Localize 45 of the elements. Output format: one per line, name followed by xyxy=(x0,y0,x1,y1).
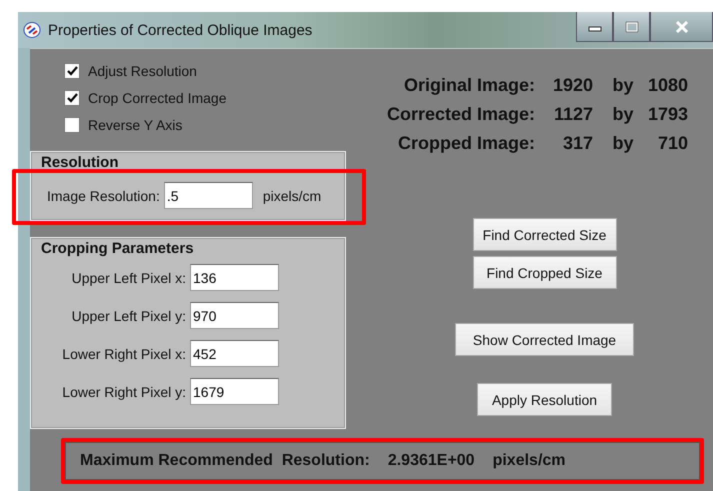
minimize-button[interactable] xyxy=(576,12,613,42)
width-value: 1920 xyxy=(552,75,593,96)
input-field[interactable]: 970 xyxy=(190,302,279,329)
field-label: Upper Left Pixel x: xyxy=(72,270,186,286)
action-button[interactable]: Apply Resolution xyxy=(477,383,612,416)
recommendation-value: 2.9361E+00 xyxy=(388,452,475,470)
checkbox-label: Crop Corrected Image xyxy=(88,90,227,106)
recommendation-unit: pixels/cm xyxy=(492,452,566,470)
close-icon xyxy=(674,20,688,32)
action-button[interactable]: Show Corrected Image xyxy=(455,323,634,356)
app-icon xyxy=(23,21,41,39)
field-label: Lower Right Pixel y: xyxy=(62,384,186,400)
input-field[interactable]: .5 xyxy=(164,182,253,209)
height-value: 1080 xyxy=(646,75,688,96)
recommendation-label: Maximum Recommended Resolution: xyxy=(80,452,370,470)
action-button[interactable]: Find Corrected Size xyxy=(472,218,616,251)
field-label: Image Resolution: xyxy=(47,188,160,204)
checkbox[interactable] xyxy=(64,90,80,106)
height-value: 1793 xyxy=(646,104,688,125)
field-label: Lower Right Pixel x: xyxy=(62,346,186,362)
size-label: Corrected Image: xyxy=(386,104,535,125)
close-button[interactable] xyxy=(650,12,713,42)
checkbox[interactable] xyxy=(64,63,80,79)
group-title: Resolution xyxy=(41,154,118,171)
input-field[interactable]: 136 xyxy=(190,264,279,291)
by-label: by xyxy=(611,133,634,154)
input-field[interactable]: 452 xyxy=(190,340,279,367)
height-value: 710 xyxy=(656,133,688,154)
action-button[interactable]: Find Cropped Size xyxy=(472,256,616,289)
checkbox-label: Reverse Y Axis xyxy=(88,117,182,133)
window-title: Properties of Corrected Oblique Images xyxy=(48,22,312,38)
by-label: by xyxy=(611,75,634,96)
maximize-button[interactable] xyxy=(613,12,650,42)
size-label: Original Image: xyxy=(402,75,535,96)
maximize-icon xyxy=(624,20,638,32)
unit-label: pixels/cm xyxy=(262,188,322,204)
checkbox-label: Adjust Resolution xyxy=(88,63,197,79)
group-title: Cropping Parameters xyxy=(41,240,194,257)
checkbox[interactable] xyxy=(64,117,80,133)
width-value: 1127 xyxy=(552,104,593,125)
input-field[interactable]: 1679 xyxy=(190,378,279,405)
by-label: by xyxy=(611,104,634,125)
width-value: 317 xyxy=(562,133,593,154)
size-label: Cropped Image: xyxy=(396,133,535,154)
field-label: Upper Left Pixel y: xyxy=(72,308,186,324)
